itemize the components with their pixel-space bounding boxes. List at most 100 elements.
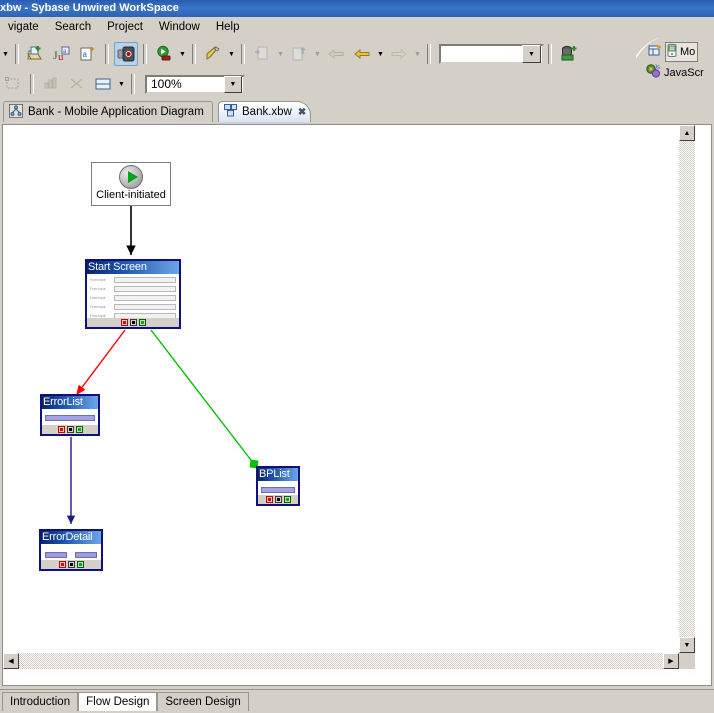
form-row-input[interactable] <box>114 286 176 292</box>
errordetail-body <box>41 544 101 560</box>
toolbar-separator <box>192 44 196 64</box>
bottom-tab-introduction[interactable]: Introduction <box>2 692 79 711</box>
chevron-down-icon[interactable]: ▼ <box>224 75 242 93</box>
align-icon[interactable] <box>39 72 63 96</box>
connection-startscreen-to-bplist <box>150 329 259 469</box>
status-dot-green[interactable] <box>283 496 291 503</box>
menu-window[interactable]: Window <box>151 18 208 36</box>
perspective-row-mobile: Mo <box>648 42 699 62</box>
screen-button-row <box>44 552 98 558</box>
next-annotation-icon[interactable] <box>287 42 311 66</box>
tab-bank-xbw[interactable]: Bank.xbw ✖ <box>218 101 312 122</box>
form-row-input[interactable] <box>114 304 176 310</box>
zoom-combo[interactable]: 100% ▼ <box>145 74 245 94</box>
new-junit-icon[interactable]: J u a <box>50 42 74 66</box>
menu-navigate[interactable]: vigate <box>0 18 47 36</box>
toolbar-search-combo[interactable]: ▼ <box>439 44 544 64</box>
status-dot-green[interactable] <box>138 319 146 326</box>
diagram-node-start-screen[interactable]: Start Screen Form Input Form Input Form … <box>85 259 181 329</box>
diagram-node-client-initiated-label: Client-initiated <box>96 189 166 201</box>
run-dropdown-chevron-icon[interactable]: ▼ <box>177 42 188 66</box>
horizontal-scrollbar[interactable]: ◀ ▶ <box>3 653 695 669</box>
svg-text:Js: Js <box>654 65 660 71</box>
bottom-tab-flow-design[interactable]: Flow Design <box>78 692 158 711</box>
chevron-down-icon[interactable]: ▼ <box>0 42 11 66</box>
screen-status-dots <box>87 318 179 327</box>
menu-search[interactable]: Search <box>47 18 99 36</box>
diagram-node-errorlist[interactable]: ErrorList <box>40 394 100 436</box>
menu-project[interactable]: Project <box>99 18 151 36</box>
tab-bank-mobile-application-diagram[interactable]: Bank - Mobile Application Diagram <box>3 101 213 122</box>
status-dot-black[interactable] <box>67 561 75 568</box>
mobile-device-icon[interactable] <box>114 42 138 66</box>
toolbar-row-secondary: ▼ 100% ▼ <box>0 69 245 99</box>
form-row: Form Input <box>90 285 176 293</box>
toolbar-separator <box>548 44 552 64</box>
form-row-input[interactable] <box>114 295 176 301</box>
forward-chevron-icon[interactable]: ▼ <box>412 42 423 66</box>
new-wizard-icon[interactable] <box>24 42 48 66</box>
menu-bar: vigate Search Project Window Help <box>0 17 714 37</box>
back-history-icon[interactable] <box>350 42 374 66</box>
screen-button[interactable] <box>75 552 97 558</box>
diagram-node-client-initiated[interactable]: Client-initiated <box>91 162 171 206</box>
layout-icon[interactable] <box>91 72 115 96</box>
scroll-down-button[interactable]: ▼ <box>679 637 695 653</box>
diagram-node-errordetail[interactable]: ErrorDetail <box>39 529 103 571</box>
menu-help[interactable]: Help <box>208 18 248 36</box>
status-dot-green[interactable] <box>75 426 83 433</box>
perspective-mobile[interactable]: Mo <box>665 42 699 62</box>
flow-design-canvas[interactable]: Client-initiated Start Screen Form Input… <box>3 125 695 669</box>
status-dot-red[interactable] <box>120 319 128 326</box>
previous-annotation-icon[interactable] <box>250 42 274 66</box>
open-perspective-icon[interactable] <box>648 44 662 61</box>
window-title-bar: xbw - Sybase Unwired WorkSpace <box>0 0 714 17</box>
external-tools-chevron-icon[interactable]: ▼ <box>226 42 237 66</box>
back-icon[interactable] <box>324 42 348 66</box>
tab-bank-mobile-application-diagram-label: Bank - Mobile Application Diagram <box>28 106 204 118</box>
status-dot-black[interactable] <box>129 319 137 326</box>
forward-icon[interactable] <box>387 42 411 66</box>
toolbar: ▼ J u a a ▼ ▼ ▼ ▼ ▼ ▼ ▼ ▼ 100% ▼ <box>0 37 714 99</box>
diagram-node-bplist[interactable]: BPList <box>256 466 300 506</box>
screen-button[interactable] <box>45 552 67 558</box>
status-dot-green[interactable] <box>76 561 84 568</box>
form-row: Form Input <box>90 303 176 311</box>
toolbar-separator <box>427 44 431 64</box>
errorlist-body <box>42 409 98 425</box>
status-dot-black[interactable] <box>66 426 74 433</box>
scroll-up-button[interactable]: ▲ <box>679 125 695 141</box>
toolbar-separator <box>241 44 245 64</box>
scroll-left-button[interactable]: ◀ <box>3 653 19 669</box>
external-tools-icon[interactable] <box>201 42 225 66</box>
layout-chevron-icon[interactable]: ▼ <box>116 72 127 96</box>
next-annotation-chevron-icon[interactable]: ▼ <box>312 42 323 66</box>
perspective-row-javascript[interactable]: Js JavaScr <box>646 64 704 81</box>
scroll-right-button[interactable]: ▶ <box>663 653 679 669</box>
screen-list-bar <box>261 487 295 493</box>
status-dot-red[interactable] <box>265 496 273 503</box>
marquee-icon[interactable] <box>1 72 25 96</box>
run-icon[interactable] <box>152 42 176 66</box>
bottom-tab-screen-design[interactable]: Screen Design <box>157 692 249 711</box>
mobile-development-icon <box>667 44 678 60</box>
vertical-scrollbar[interactable]: ▲ ▼ <box>679 125 695 669</box>
perspective-mobile-label: Mo <box>680 46 696 58</box>
form-row-label: Form Input <box>90 295 106 300</box>
screen-status-dots <box>258 495 298 504</box>
new-annotation-icon[interactable]: a <box>76 42 100 66</box>
editor-tab-bar: Bank - Mobile Application Diagram Bank.x… <box>0 99 714 122</box>
javascript-perspective-icon: Js <box>646 64 661 81</box>
chevron-down-icon[interactable]: ▼ <box>522 45 541 63</box>
new-data-source-icon[interactable] <box>557 42 581 66</box>
distribute-icon[interactable] <box>65 72 89 96</box>
status-dot-black[interactable] <box>274 496 282 503</box>
close-icon[interactable]: ✖ <box>298 107 306 118</box>
zoom-value[interactable]: 100% <box>147 77 224 91</box>
status-dot-red[interactable] <box>57 426 65 433</box>
diagram-node-start-screen-title: Start Screen <box>87 261 179 274</box>
previous-annotation-chevron-icon[interactable]: ▼ <box>275 42 286 66</box>
form-row-input[interactable] <box>114 277 176 283</box>
status-dot-red[interactable] <box>58 561 66 568</box>
back-chevron-icon[interactable]: ▼ <box>375 42 386 66</box>
